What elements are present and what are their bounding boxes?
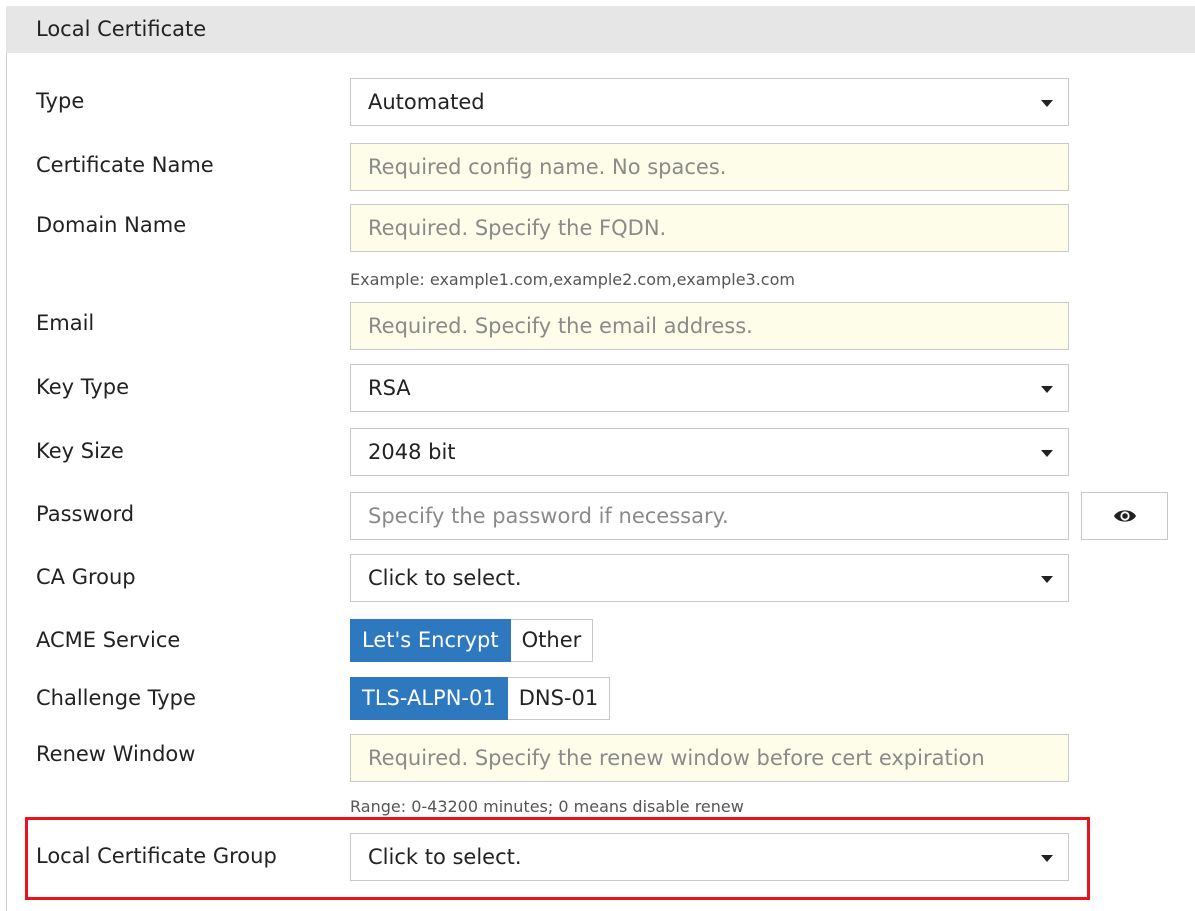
domain-name-hint: Example: example1.com,example2.com,examp… xyxy=(350,270,795,289)
renew-window-placeholder: Required. Specify the renew window befor… xyxy=(368,746,985,770)
challenge-type-label: Challenge Type xyxy=(36,686,196,710)
ca-group-label: CA Group xyxy=(36,565,136,589)
ca-group-select[interactable]: Click to select. xyxy=(350,554,1069,602)
panel-header: Local Certificate xyxy=(6,6,1195,53)
domain-name-input[interactable]: Required. Specify the FQDN. xyxy=(350,204,1069,252)
caret-down-icon xyxy=(1041,576,1053,583)
certificate-name-placeholder: Required config name. No spaces. xyxy=(368,155,727,179)
email-label: Email xyxy=(36,311,95,335)
password-input[interactable]: Specify the password if necessary. xyxy=(350,492,1069,540)
panel-title: Local Certificate xyxy=(36,17,207,41)
acme-service-toggle: Let's Encrypt Other xyxy=(350,619,594,662)
domain-name-placeholder: Required. Specify the FQDN. xyxy=(368,216,667,240)
eye-icon xyxy=(1114,510,1136,522)
certificate-name-label: Certificate Name xyxy=(36,153,214,177)
type-select[interactable]: Automated xyxy=(350,78,1069,126)
type-select-value: Automated xyxy=(368,90,485,114)
reveal-password-button[interactable] xyxy=(1081,492,1168,540)
certificate-name-input[interactable]: Required config name. No spaces. xyxy=(350,143,1069,191)
highlight-box xyxy=(25,817,1090,900)
password-placeholder: Specify the password if necessary. xyxy=(368,504,729,528)
renew-window-input[interactable]: Required. Specify the renew window befor… xyxy=(350,734,1069,782)
password-label: Password xyxy=(36,502,135,526)
ca-group-select-value: Click to select. xyxy=(368,566,522,590)
email-input[interactable]: Required. Specify the email address. xyxy=(350,302,1069,350)
caret-down-icon xyxy=(1041,450,1053,457)
key-size-select-value: 2048 bit xyxy=(368,440,456,464)
acme-option-other[interactable]: Other xyxy=(510,619,594,662)
renew-window-hint: Range: 0-43200 minutes; 0 means disable … xyxy=(350,797,744,816)
acme-option-lets-encrypt[interactable]: Let's Encrypt xyxy=(350,619,511,662)
caret-down-icon xyxy=(1041,386,1053,393)
key-type-select[interactable]: RSA xyxy=(350,364,1069,412)
key-type-select-value: RSA xyxy=(368,376,411,400)
key-size-select[interactable]: 2048 bit xyxy=(350,428,1069,476)
challenge-type-toggle: TLS-ALPN-01 DNS-01 xyxy=(350,677,611,720)
key-size-label: Key Size xyxy=(36,439,124,463)
challenge-option-tls-alpn-01[interactable]: TLS-ALPN-01 xyxy=(350,677,508,720)
key-type-label: Key Type xyxy=(36,375,129,399)
acme-service-label: ACME Service xyxy=(36,628,181,652)
panel-left-border xyxy=(6,6,7,911)
domain-name-label: Domain Name xyxy=(36,213,187,237)
challenge-option-dns-01[interactable]: DNS-01 xyxy=(507,677,611,720)
caret-down-icon xyxy=(1041,100,1053,107)
type-label: Type xyxy=(36,89,85,113)
renew-window-label: Renew Window xyxy=(36,742,196,766)
email-placeholder: Required. Specify the email address. xyxy=(368,314,753,338)
